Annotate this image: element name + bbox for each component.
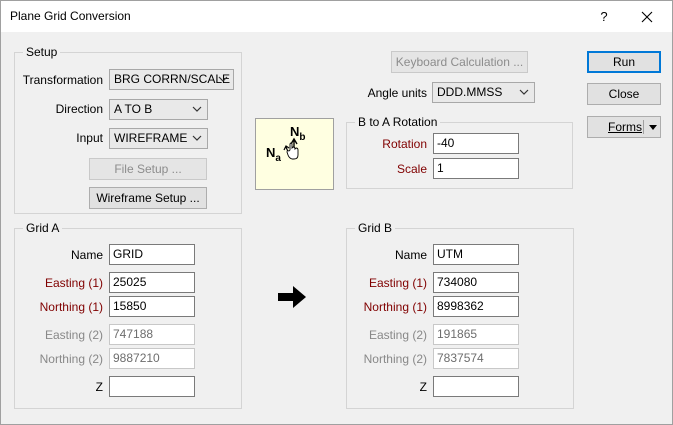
grid-a-northing2-input: 9887210 bbox=[109, 348, 195, 369]
grid-b-northing1-input[interactable]: 8998362 bbox=[433, 296, 519, 317]
input-value: WIREFRAME bbox=[114, 131, 188, 145]
keyboard-calculation-button[interactable]: Keyboard Calculation ... bbox=[391, 51, 528, 73]
grid-b-name-input[interactable]: UTM bbox=[433, 244, 519, 265]
rotation-group-label: B to A Rotation bbox=[355, 115, 441, 129]
rotation-preview: Nb Na bbox=[255, 118, 334, 190]
angle-units-value: DDD.MMSS bbox=[437, 85, 503, 99]
grid-a-name-label: Name bbox=[70, 248, 103, 262]
chevron-down-icon bbox=[192, 106, 202, 112]
input-select[interactable]: WIREFRAME bbox=[109, 128, 208, 149]
grid-b-name-label: Name bbox=[394, 248, 427, 262]
close-button[interactable]: Close bbox=[587, 83, 661, 105]
chevron-down-icon bbox=[218, 76, 228, 82]
grid-a-easting2-input: 747188 bbox=[109, 324, 195, 345]
grid-a-easting1-label: Easting (1) bbox=[44, 276, 103, 290]
direction-select[interactable]: A TO B bbox=[109, 99, 208, 120]
help-icon: ? bbox=[600, 9, 608, 24]
window-title: Plane Grid Conversion bbox=[10, 9, 131, 23]
angle-units-label: Angle units bbox=[367, 86, 427, 100]
forms-divider bbox=[643, 120, 644, 134]
grid-b-group-label: Grid B bbox=[355, 221, 396, 235]
chevron-down-icon bbox=[519, 89, 529, 95]
na-label: Na bbox=[266, 145, 281, 164]
forms-button[interactable]: Forms bbox=[587, 116, 661, 138]
file-setup-button[interactable]: File Setup ... bbox=[89, 158, 207, 180]
transformation-select[interactable]: BRG CORRN/SCALE bbox=[109, 69, 234, 90]
plane-grid-conversion-window: Plane Grid Conversion ? Setup Transforma… bbox=[0, 0, 673, 425]
title-bar: Plane Grid Conversion ? bbox=[1, 1, 672, 32]
grid-b-northing2-input: 7837574 bbox=[433, 348, 519, 369]
transformation-label: Transformation bbox=[22, 73, 103, 87]
grid-b-easting2-label: Easting (2) bbox=[368, 328, 427, 342]
grid-b-northing2-label: Northing (2) bbox=[363, 352, 427, 366]
grid-b-z-input[interactable] bbox=[433, 376, 519, 397]
input-label: Input bbox=[76, 131, 103, 145]
transformation-value: BRG CORRN/SCALE bbox=[114, 72, 231, 86]
grid-a-northing1-label: Northing (1) bbox=[39, 300, 103, 314]
grid-a-z-input[interactable] bbox=[109, 376, 195, 397]
rotation-label: Rotation bbox=[382, 137, 427, 151]
scale-input[interactable]: 1 bbox=[433, 158, 519, 179]
forms-button-label: Forms bbox=[608, 120, 642, 134]
grid-a-name-input[interactable]: GRID bbox=[109, 244, 195, 265]
grid-b-easting2-input: 191865 bbox=[433, 324, 519, 345]
nb-label: Nb bbox=[290, 124, 306, 143]
grid-a-z-label: Z bbox=[95, 380, 103, 394]
direction-value: A TO B bbox=[114, 102, 153, 116]
rotation-input[interactable]: -40 bbox=[433, 133, 519, 154]
close-icon bbox=[641, 11, 653, 23]
arrow-right-icon bbox=[278, 286, 306, 308]
grid-a-northing2-label: Northing (2) bbox=[39, 352, 103, 366]
grid-a-easting1-input[interactable]: 25025 bbox=[109, 272, 195, 293]
grid-b-z-label: Z bbox=[419, 380, 427, 394]
grid-b-easting1-label: Easting (1) bbox=[368, 276, 427, 290]
direction-label: Direction bbox=[55, 102, 103, 116]
setup-group-label: Setup bbox=[23, 45, 61, 59]
angle-units-select[interactable]: DDD.MMSS bbox=[432, 82, 535, 103]
close-window-button[interactable] bbox=[635, 6, 659, 28]
grid-b-easting1-input[interactable]: 734080 bbox=[433, 272, 519, 293]
grid-a-easting2-label: Easting (2) bbox=[44, 328, 103, 342]
dropdown-arrow-icon[interactable] bbox=[649, 125, 657, 130]
grid-a-group-label: Grid A bbox=[23, 221, 63, 235]
grid-a-northing1-input[interactable]: 15850 bbox=[109, 296, 195, 317]
run-button[interactable]: Run bbox=[587, 51, 661, 73]
wireframe-setup-button[interactable]: Wireframe Setup ... bbox=[89, 187, 207, 209]
north-arrows-diagram: Nb Na bbox=[266, 124, 306, 164]
grid-b-northing1-label: Northing (1) bbox=[363, 300, 427, 314]
scale-label: Scale bbox=[396, 162, 427, 176]
chevron-down-icon bbox=[192, 135, 202, 141]
hand-cursor-icon bbox=[286, 142, 299, 160]
help-button[interactable]: ? bbox=[593, 7, 615, 27]
